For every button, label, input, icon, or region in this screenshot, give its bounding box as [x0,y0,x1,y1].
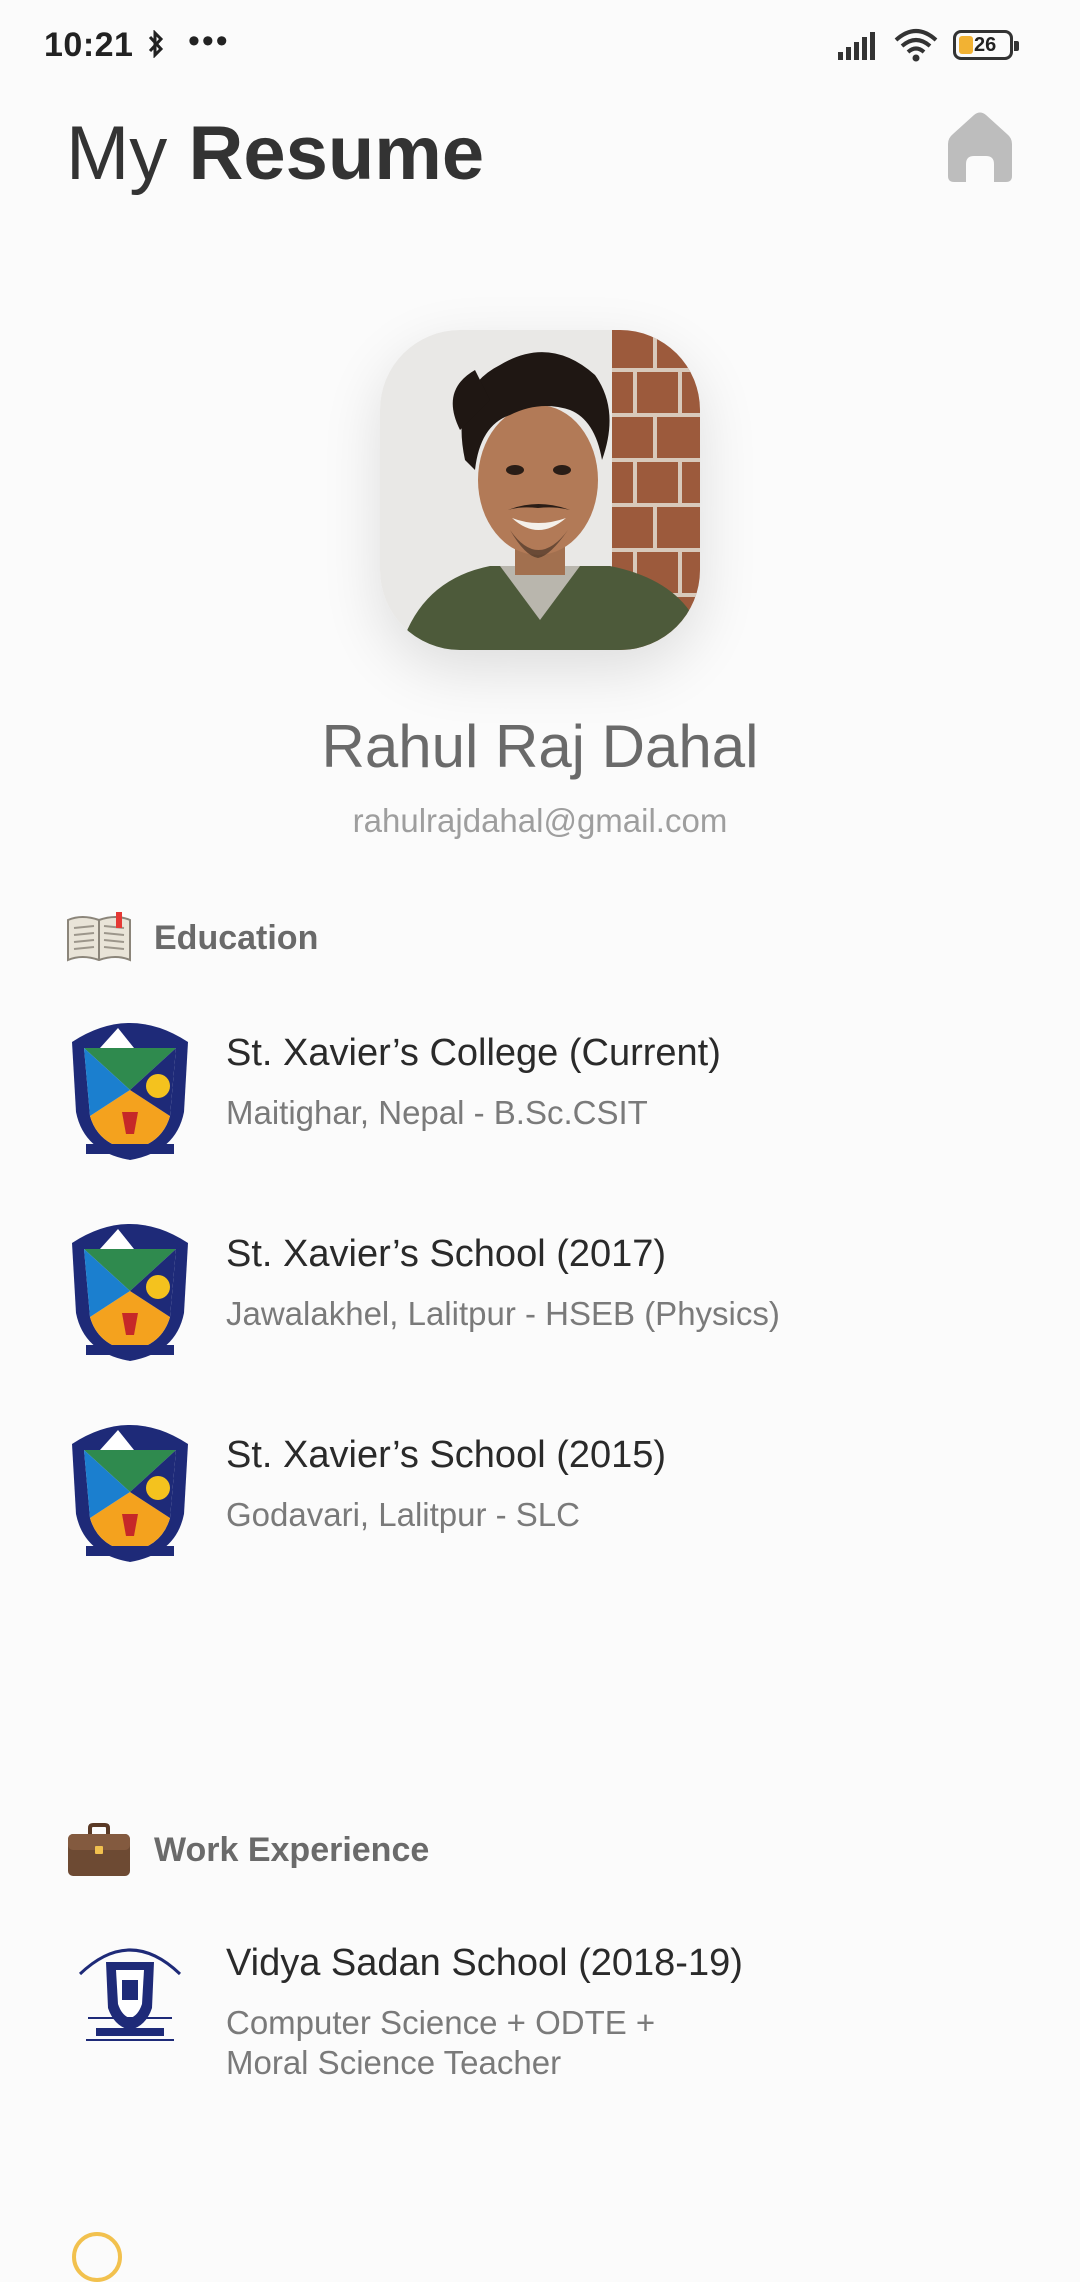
next-section-icon [72,2232,122,2282]
education-subtitle: Maitighar, Nepal - B.Sc.CSIT [226,1094,648,1131]
page-title-light: My [66,111,168,196]
profile-photo [380,330,700,650]
education-item[interactable]: St. Xavier’s School (2015) Godavari, Lal… [66,1414,1016,1564]
bluetooth-icon [148,30,164,58]
notification-dots: ••• [188,22,230,60]
education-subtitle: Jawalakhel, Lalitpur - HSEB (Physics) [226,1295,780,1332]
battery-icon: 26 [953,30,1019,60]
briefcase-icon [68,1823,130,1876]
work-subtitle-line2: Moral Science Teacher [226,2044,562,2081]
school-crest-icon [72,1425,188,1562]
profile-avatar [380,330,700,650]
education-heading: Education [66,908,318,968]
work-title: Vidya Sadan School (2018-19) [226,1942,743,1984]
status-time: 10:21 [44,26,134,64]
education-item[interactable]: St. Xavier’s College (Current) Maitighar… [66,1012,1016,1162]
education-title: St. Xavier’s School (2015) [226,1434,667,1476]
open-book-icon [67,912,131,962]
education-subtitle: Godavari, Lalitpur - SLC [226,1496,580,1533]
page-title-bold: Resume [188,111,485,196]
education-item[interactable]: St. Xavier’s School (2017) Jawalakhel, L… [66,1213,1016,1363]
school-logo-icon [78,1948,182,2041]
page-title: My Resume [66,110,484,197]
education-title: St. Xavier’s School (2017) [226,1233,667,1275]
status-bar: 10:21 ••• 26 [0,0,1080,96]
profile-email[interactable]: rahulrajdahal@gmail.com [0,802,1080,840]
wifi-icon [894,29,938,62]
work-subtitle-line1: Computer Science + ODTE + [226,2004,656,2041]
home-icon [948,112,1012,182]
school-crest-icon [72,1224,188,1361]
home-button[interactable] [944,110,1016,184]
work-experience-label: Work Experience [154,1830,430,1869]
education-label: Education [154,918,319,957]
battery-level: 26 [974,34,997,56]
school-crest-icon [72,1023,188,1160]
signal-icon [838,32,875,60]
work-item[interactable]: Vidya Sadan School (2018-19) Computer Sc… [66,1922,1016,2092]
work-experience-heading: Work Experience [66,1820,429,1880]
profile-name: Rahul Raj Dahal [321,713,759,780]
education-title: St. Xavier’s College (Current) [226,1032,721,1074]
